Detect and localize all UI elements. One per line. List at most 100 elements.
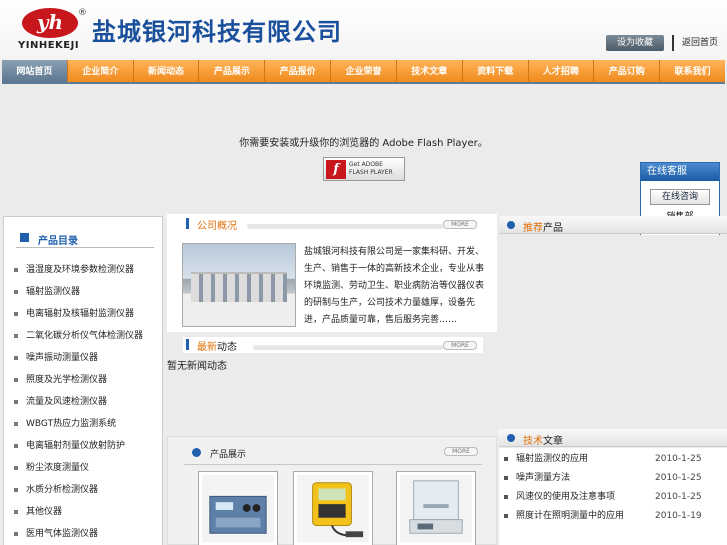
category-label: 电离辐射剂量仪放射防护 <box>26 441 126 451</box>
category-label: 水质分析检测仪器 <box>26 485 99 495</box>
category-label: WBGT热应力监测系统 <box>26 419 117 429</box>
article-item[interactable]: 风速仪的使用及注意事项 2010-1-25 <box>504 488 722 506</box>
products-dot-icon <box>192 448 201 457</box>
site-header: yh ® YINHEKEJI 盐城银河科技有限公司 设为收藏 返回首页 <box>0 0 727 60</box>
nav-home[interactable]: 网站首页 <box>2 60 68 82</box>
catalog-square-icon <box>20 233 29 242</box>
category-label: 流量及风速检测仪器 <box>26 397 108 407</box>
nav-prices[interactable]: 产品报价 <box>265 60 332 82</box>
products-title: 产品展示 <box>210 450 247 460</box>
recommended-products-area <box>499 235 727 429</box>
flash-notice: 你需要安装或升级你的浏览器的 Adobe Flash Player。 <box>239 138 488 149</box>
section-divider <box>184 464 482 465</box>
product-card[interactable] <box>396 471 476 545</box>
company-name: 盐城银河科技有限公司 <box>92 18 342 46</box>
article-item[interactable]: 噪声测量方法 2010-1-25 <box>504 469 722 487</box>
page: yh ® YINHEKEJI 盐城银河科技有限公司 设为收藏 返回首页 网站首页… <box>0 0 727 545</box>
about-text: 盐城银河科技有限公司是一家集科研、开发、生产、销售于一体的高新技术企业，专业从事… <box>304 247 485 325</box>
nav-about[interactable]: 企业简介 <box>68 60 134 82</box>
product-image <box>202 475 274 542</box>
category-label: 温湿度及环境参数检测仪器 <box>26 265 135 275</box>
bullet-icon <box>14 334 18 338</box>
category-item[interactable]: 噪声振动测量仪器 <box>12 347 160 369</box>
flash-button-label: Get ADOBE FLASH PLAYER <box>349 161 393 176</box>
nav-products[interactable]: 产品展示 <box>199 60 266 82</box>
recommended-title-rest: 产品 <box>543 223 563 234</box>
service-header: 在线客服 <box>641 163 719 181</box>
nav-order[interactable]: 产品订购 <box>594 60 661 82</box>
article-title: 噪声测量方法 <box>516 473 571 483</box>
article-title: 辐射监测仪的应用 <box>516 454 589 464</box>
product-card[interactable] <box>293 471 373 545</box>
section-divider <box>247 224 443 229</box>
nav-articles[interactable]: 技术文章 <box>397 60 463 82</box>
bullet-icon <box>14 378 18 382</box>
bullet-icon <box>504 476 508 480</box>
registered-mark: ® <box>78 8 87 18</box>
bullet-icon <box>14 290 18 294</box>
article-date: 2010-1-25 <box>655 473 702 483</box>
category-label: 噪声振动测量仪器 <box>26 353 99 363</box>
bullet-icon <box>14 312 18 316</box>
article-date: 2010-1-19 <box>655 511 702 521</box>
category-label: 电离辐射及核辐射监测仪器 <box>26 309 135 319</box>
recommended-header: 推荐产品 <box>499 216 727 234</box>
category-item[interactable]: 粉尘浓度测量仪 <box>12 457 160 479</box>
category-label: 其他仪器 <box>26 507 63 517</box>
bullet-icon <box>14 488 18 492</box>
news-title-highlight: 最新 <box>197 342 217 353</box>
product-image <box>297 475 369 542</box>
products-more-link[interactable]: MORE <box>444 447 478 456</box>
nav-news[interactable]: 新闻动态 <box>134 60 200 82</box>
category-item[interactable]: 流量及风速检测仪器 <box>12 391 160 413</box>
news-header: 最新动态 MORE <box>183 337 483 353</box>
company-logo[interactable]: yh ® YINHEKEJI <box>18 8 88 51</box>
category-item[interactable]: 其他仪器 <box>12 501 160 523</box>
nav-downloads[interactable]: 资料下载 <box>463 60 529 82</box>
catalog-header: 产品目录 <box>16 230 154 248</box>
nav-honors[interactable]: 企业荣誉 <box>331 60 397 82</box>
category-item[interactable]: 电离辐射及核辐射监测仪器 <box>12 303 160 325</box>
articles-header: 技术文章 <box>499 429 727 447</box>
recommended-title-highlight: 推荐 <box>523 223 543 234</box>
bullet-icon <box>504 457 508 461</box>
news-title: 最新动态 <box>197 338 237 353</box>
catalog-title: 产品目录 <box>38 236 78 247</box>
qq-consult-button[interactable]: 在线咨询 <box>650 189 710 205</box>
category-label: 医用气体监测仪器 <box>26 529 99 539</box>
article-title: 照度计在照明测量中的应用 <box>516 511 625 521</box>
main-nav: 网站首页 企业简介 新闻动态 产品展示 产品报价 企业荣誉 技术文章 资料下载 … <box>2 60 725 84</box>
logo-mark: yh <box>22 8 78 38</box>
building-image <box>191 272 287 302</box>
home-link[interactable]: 返回首页 <box>672 35 724 51</box>
category-item[interactable]: 二氧化碳分析仪气体检测仪器 <box>12 325 160 347</box>
article-date: 2010-1-25 <box>655 492 702 502</box>
article-item[interactable]: 辐射监测仪的应用 2010-1-25 <box>504 450 722 468</box>
add-favorite-button[interactable]: 设为收藏 <box>606 35 664 51</box>
product-card[interactable] <box>198 471 278 545</box>
category-item[interactable]: 水质分析检测仪器 <box>12 479 160 501</box>
category-item[interactable]: 照度及光学检测仪器 <box>12 369 160 391</box>
bullet-icon <box>14 400 18 404</box>
news-more-link[interactable]: MORE <box>443 341 477 350</box>
articles-title-rest: 文章 <box>543 436 563 447</box>
nav-jobs[interactable]: 人才招聘 <box>529 60 595 82</box>
get-flash-player-button[interactable]: f Get ADOBE FLASH PLAYER <box>323 157 405 181</box>
flash-icon: f <box>326 160 346 179</box>
bullet-icon <box>14 422 18 426</box>
category-item[interactable]: 电离辐射剂量仪放射防护 <box>12 435 160 457</box>
category-item[interactable]: 辐射监测仪器 <box>12 281 160 303</box>
nav-contact[interactable]: 联系我们 <box>660 60 725 82</box>
category-item[interactable]: WBGT热应力监测系统 <box>12 413 160 435</box>
logo-text: YINHEKEJI <box>18 40 80 51</box>
article-item[interactable]: 照度计在照明测量中的应用 2010-1-19 <box>504 507 722 525</box>
bullet-icon <box>14 444 18 448</box>
product-image <box>400 475 472 542</box>
bullet-icon <box>504 495 508 499</box>
about-more-link[interactable]: MORE <box>443 220 477 229</box>
category-label: 辐射监测仪器 <box>26 287 81 297</box>
recommended-title: 推荐产品 <box>523 219 563 234</box>
category-item[interactable]: 温湿度及环境参数检测仪器 <box>12 259 160 281</box>
articles-dot-icon <box>507 434 515 442</box>
category-item[interactable]: 医用气体监测仪器 <box>12 523 160 545</box>
